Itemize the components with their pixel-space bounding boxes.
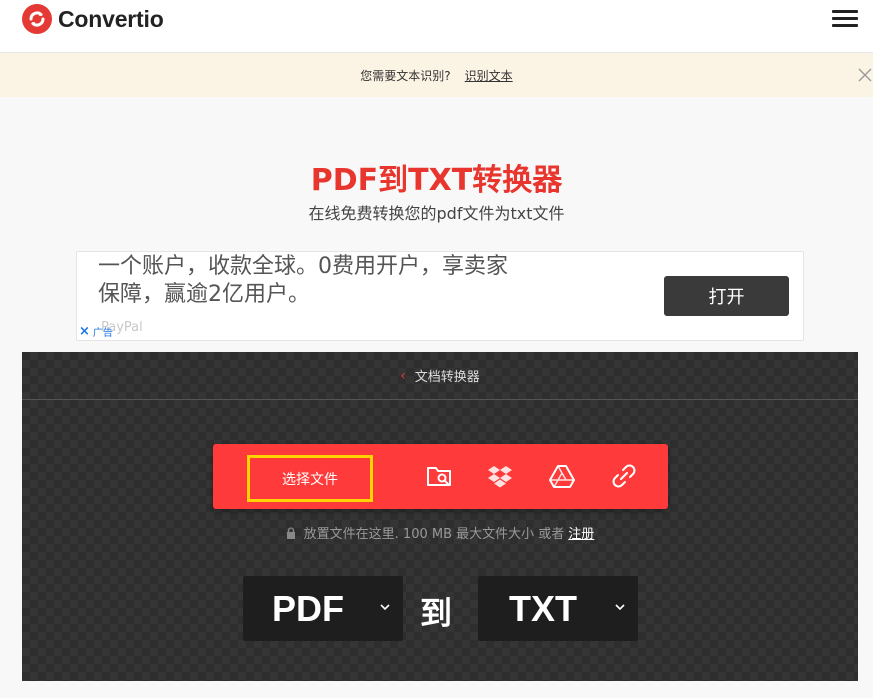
ocr-notice-bar: 您需要文本识别? 识别文本 [0, 53, 873, 97]
folder-search-icon[interactable] [425, 462, 453, 490]
logo-text: Convertio [58, 5, 164, 32]
ad-text-line2: 保障，赢逾2亿用户。 [98, 282, 310, 307]
ad-label: 广告 [92, 328, 113, 339]
upload-bar: 选择文件 [213, 444, 668, 509]
page-title: PDF到TXT转换器 [310, 163, 563, 198]
site-header: Convertio [0, 0, 873, 53]
chevron-down-icon [615, 604, 625, 611]
ad-open-button[interactable]: 打开 [664, 276, 789, 316]
target-format-select[interactable]: TXT [478, 576, 638, 641]
dropbox-icon[interactable] [486, 462, 514, 490]
choose-files-button[interactable]: 选择文件 [247, 455, 373, 502]
source-format-label: PDF [272, 587, 344, 629]
lock-icon [286, 526, 295, 539]
breadcrumb[interactable]: ‹ 文档转换器 [22, 352, 858, 400]
breadcrumb-label: 文档转换器 [414, 370, 480, 385]
notice-text: 您需要文本识别? [360, 68, 451, 83]
drop-hint-text: 放置文件在这里. 100 MB 最大文件大小 或者 [303, 527, 565, 542]
convertio-logo[interactable]: Convertio [22, 4, 164, 34]
close-icon[interactable] [857, 67, 873, 83]
target-format-label: TXT [509, 587, 577, 629]
google-drive-icon[interactable] [548, 462, 576, 490]
ad-banner[interactable]: 一个账户，收款全球。0费用开户，享卖家 保障，赢逾2亿用户。 PayPal 打开… [76, 251, 804, 341]
hamburger-menu-icon[interactable] [832, 10, 858, 28]
link-icon[interactable] [610, 462, 638, 490]
converter-panel: ‹ 文档转换器 选择文件 放置文件在这里. 100 MB 最大文件大小 或者 注… [22, 352, 858, 681]
source-format-select[interactable]: PDF [243, 576, 403, 641]
drop-hint: 放置文件在这里. 100 MB 最大文件大小 或者 注册 [22, 523, 858, 542]
signup-link[interactable]: 注册 [568, 523, 594, 542]
ad-close-icon[interactable]: × [79, 324, 90, 339]
chevron-down-icon [380, 604, 390, 611]
page-subtitle: 在线免费转换您的pdf文件为txt文件 [308, 204, 565, 223]
ocr-link[interactable]: 识别文本 [465, 67, 513, 84]
ad-choices[interactable]: × 广告 [79, 324, 113, 339]
to-label: 到 [420, 594, 453, 632]
chevron-left-icon: ‹ [400, 367, 406, 384]
convertio-logo-icon [22, 4, 52, 34]
